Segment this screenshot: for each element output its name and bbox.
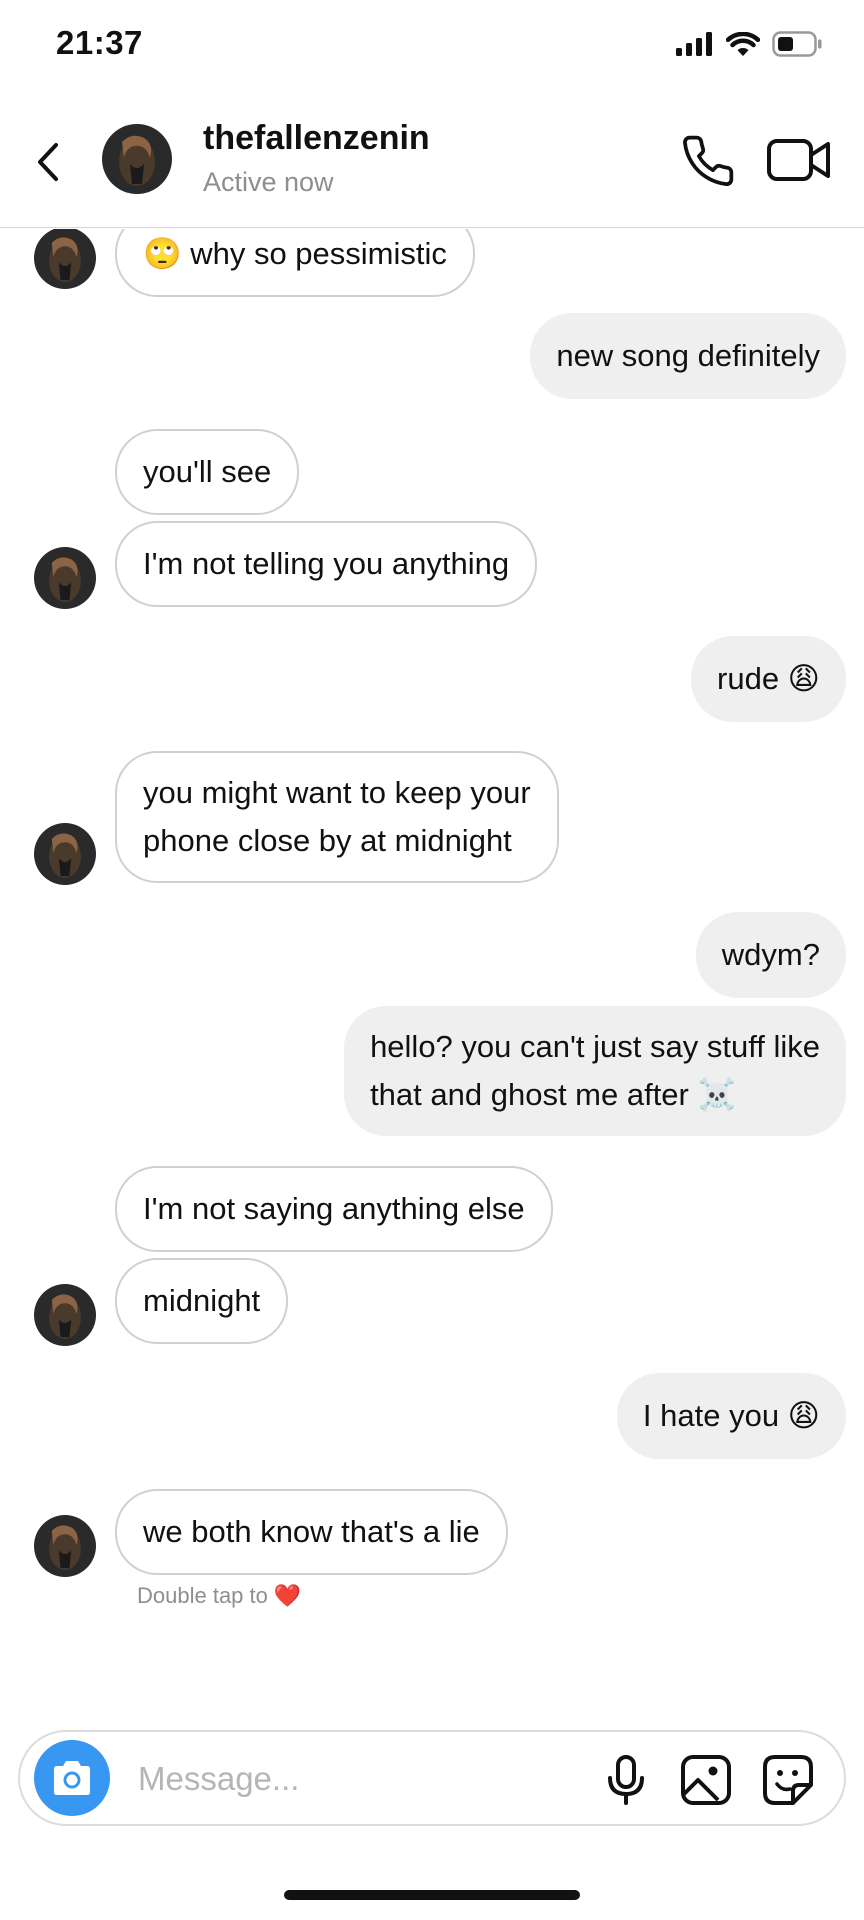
message-text: new song definitely [556, 338, 820, 373]
chat-thread[interactable]: 🙄 why so pessimistic new song definitely… [0, 229, 864, 1709]
microphone-icon [608, 1755, 644, 1805]
sticker-button[interactable] [762, 1754, 814, 1806]
double-tap-hint: Double tap to ❤️ [137, 1583, 301, 1609]
message-text-line: that and ghost me after ☠️ [370, 1077, 737, 1112]
chat-header: thefallenzenin Active now [0, 95, 864, 228]
signal-icon [676, 32, 712, 56]
status-time: 21:37 [56, 24, 143, 61]
contact-username[interactable]: thefallenzenin [203, 119, 430, 158]
message-bubble-outgoing[interactable]: I hate you 😩 [616, 1373, 846, 1459]
image-icon [681, 1755, 731, 1805]
sender-avatar[interactable] [34, 229, 96, 289]
message-text: I'm not telling you anything [143, 546, 510, 581]
avatar-image [34, 229, 96, 289]
camera-icon [54, 1761, 90, 1795]
wifi-icon [726, 31, 760, 56]
chevron-left-icon [38, 143, 58, 181]
phone-icon [683, 135, 734, 187]
message-text: rude 😩 [717, 661, 820, 696]
avatar-image [34, 1515, 96, 1577]
message-text: I'm not saying anything else [143, 1191, 525, 1226]
message-text-line: you might want to keep your [143, 775, 531, 810]
message-bubble-incoming[interactable]: you might want to keep your phone close … [115, 751, 559, 883]
message-bubble-incoming[interactable]: I'm not telling you anything [115, 521, 538, 607]
sender-avatar[interactable] [34, 1284, 96, 1346]
message-text-line: phone close by at midnight [143, 823, 512, 858]
voice-call-button[interactable] [680, 133, 736, 189]
message-bubble-incoming[interactable]: we both know that's a lie [115, 1489, 508, 1575]
battery-icon [772, 31, 822, 57]
avatar-image [102, 124, 172, 194]
message-bubble-incoming[interactable]: you'll see [115, 429, 300, 515]
status-bar: 21:37 [0, 0, 864, 95]
message-bubble-incoming[interactable]: midnight [115, 1258, 289, 1344]
heart-icon: ❤️ [273, 1583, 302, 1608]
video-camera-icon [767, 139, 830, 181]
message-bubble-outgoing[interactable]: rude 😩 [691, 636, 846, 722]
message-text: you'll see [143, 454, 272, 489]
hint-text: Double tap to [137, 1583, 268, 1608]
avatar-image [34, 1284, 96, 1346]
back-button[interactable] [30, 137, 70, 187]
message-text: midnight [143, 1283, 261, 1318]
message-composer [18, 1730, 846, 1826]
active-status: Active now [203, 167, 334, 197]
message-input[interactable] [138, 1754, 478, 1804]
voice-message-button[interactable] [604, 1754, 648, 1806]
message-text-line: hello? you can't just say stuff like [370, 1029, 820, 1064]
message-bubble-outgoing[interactable]: new song definitely [530, 313, 846, 399]
message-text: I hate you 😩 [642, 1398, 820, 1433]
sender-avatar[interactable] [34, 547, 96, 609]
header-avatar[interactable] [102, 124, 172, 194]
message-bubble-outgoing[interactable]: wdym? [695, 912, 846, 998]
avatar-image [34, 547, 96, 609]
home-indicator[interactable] [284, 1890, 580, 1900]
sender-avatar[interactable] [34, 1515, 96, 1577]
gallery-button[interactable] [680, 1754, 732, 1806]
camera-button[interactable] [34, 1740, 110, 1816]
message-text: we both know that's a lie [143, 1514, 480, 1549]
message-bubble-outgoing[interactable]: hello? you can't just say stuff like tha… [344, 1006, 846, 1136]
message-text: wdym? [721, 937, 820, 972]
video-call-button[interactable] [766, 135, 832, 185]
sticker-icon [763, 1755, 813, 1805]
status-icons [676, 28, 822, 60]
message-text: 🙄 why so pessimistic [143, 236, 447, 271]
message-bubble-incoming[interactable]: I'm not saying anything else [115, 1166, 553, 1252]
message-bubble-incoming[interactable]: 🙄 why so pessimistic [115, 229, 475, 297]
sender-avatar[interactable] [34, 823, 96, 885]
avatar-image [34, 823, 96, 885]
